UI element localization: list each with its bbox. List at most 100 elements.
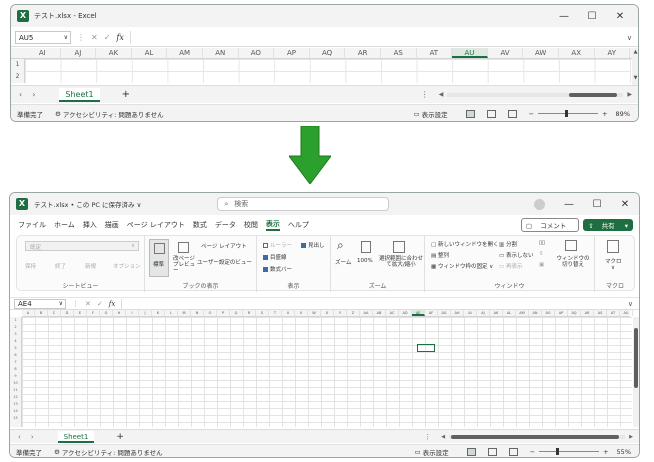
row-header[interactable]: 2 bbox=[11, 71, 25, 83]
page-layout-button[interactable]: ページ レイアウト bbox=[201, 242, 247, 250]
cell-grid[interactable] bbox=[25, 59, 631, 83]
cell-grid[interactable] bbox=[22, 317, 632, 427]
scroll-up-icon[interactable]: ▲ bbox=[632, 49, 638, 55]
row-header[interactable]: 3 bbox=[10, 331, 21, 338]
avatar[interactable] bbox=[534, 198, 545, 210]
column-header[interactable]: AO bbox=[239, 48, 275, 58]
column-header[interactable]: X bbox=[321, 310, 334, 316]
column-header[interactable]: AA bbox=[360, 310, 373, 316]
zoom-thumb[interactable] bbox=[565, 110, 569, 117]
split-button[interactable]: ▥ 分割 bbox=[499, 240, 517, 248]
zoom-level[interactable]: 55% bbox=[617, 448, 631, 456]
zoom-out-icon[interactable]: − bbox=[530, 448, 535, 456]
accessibility-status[interactable]: アクセシビリティ: 問題ありません bbox=[63, 109, 164, 119]
display-settings[interactable]: 表示設定 bbox=[422, 109, 448, 119]
formula-bar-checkbox[interactable]: 数式バー bbox=[263, 265, 292, 273]
share-button[interactable]: ⇪ 共有 ▾ bbox=[583, 219, 633, 231]
column-header[interactable]: AE bbox=[412, 310, 425, 316]
column-header[interactable]: AL bbox=[132, 48, 168, 58]
column-header[interactable]: B bbox=[35, 310, 48, 316]
selected-cell[interactable] bbox=[417, 344, 435, 352]
column-header[interactable]: M bbox=[178, 310, 191, 316]
headings-checkbox[interactable]: 見出し bbox=[301, 241, 325, 249]
vertical-scroll-thumb[interactable] bbox=[634, 328, 638, 388]
add-sheet-button[interactable]: + bbox=[116, 432, 124, 442]
insert-function-icon[interactable]: fx bbox=[116, 33, 123, 42]
row-header[interactable]: 8 bbox=[10, 366, 21, 373]
page-break-view-icon[interactable] bbox=[507, 109, 517, 118]
column-header[interactable]: AC bbox=[386, 310, 399, 316]
arrange-all-button[interactable]: ▤ 整列 bbox=[431, 251, 449, 259]
column-header[interactable]: AT bbox=[607, 310, 620, 316]
sheet-tab-sheet1[interactable]: Sheet1 bbox=[57, 430, 95, 443]
column-header[interactable]: R bbox=[243, 310, 256, 316]
view-side-by-side-icon[interactable]: ▯▯ bbox=[539, 240, 545, 246]
row-header[interactable]: 14 bbox=[10, 408, 21, 415]
horizontal-scrollbar[interactable] bbox=[449, 434, 626, 439]
sync-scroll-icon[interactable]: ⇕ bbox=[539, 251, 544, 257]
next-sheet-icon[interactable]: › bbox=[32, 90, 35, 99]
minimize-button[interactable]: — bbox=[550, 11, 578, 22]
freeze-panes-button[interactable]: ▦ ウィンドウ枠の固定 ∨ bbox=[431, 262, 493, 270]
prev-sheet-icon[interactable]: ‹ bbox=[18, 433, 21, 441]
next-sheet-icon[interactable]: › bbox=[31, 433, 34, 441]
column-header[interactable]: V bbox=[295, 310, 308, 316]
sheet-view-dropdown[interactable]: 既定 ∨ bbox=[25, 241, 139, 251]
column-header[interactable]: AB bbox=[373, 310, 386, 316]
column-header[interactable]: AQ bbox=[568, 310, 581, 316]
menu-tab[interactable]: 描画 bbox=[105, 220, 119, 230]
search-box[interactable]: ⌕ 検索 bbox=[217, 197, 390, 211]
column-header[interactable]: P bbox=[217, 310, 230, 316]
new-window-button[interactable]: ▢ 新しいウィンドウを開く bbox=[431, 240, 498, 248]
zoom-level[interactable]: 89% bbox=[616, 110, 630, 118]
expand-formula-icon[interactable]: ∨ bbox=[628, 300, 633, 308]
cancel-icon[interactable]: ✕ bbox=[91, 33, 98, 42]
column-header[interactable]: J bbox=[139, 310, 152, 316]
column-header[interactable]: AR bbox=[581, 310, 594, 316]
column-header[interactable]: AO bbox=[542, 310, 555, 316]
row-header[interactable]: 12 bbox=[10, 394, 21, 401]
column-header[interactable]: O bbox=[204, 310, 217, 316]
column-header[interactable]: E bbox=[74, 310, 87, 316]
column-header[interactable]: AN bbox=[203, 48, 239, 58]
zoom-thumb[interactable] bbox=[556, 448, 560, 455]
column-header[interactable]: AM bbox=[167, 48, 203, 58]
column-header[interactable]: AT bbox=[417, 48, 453, 58]
row-header[interactable]: 5 bbox=[10, 345, 21, 352]
menu-tab[interactable]: ヘルプ bbox=[288, 220, 309, 230]
normal-view-button[interactable]: 標準 bbox=[149, 239, 169, 277]
column-header[interactable]: C bbox=[48, 310, 61, 316]
display-settings[interactable]: 表示設定 bbox=[423, 447, 449, 457]
column-header[interactable]: AP bbox=[555, 310, 568, 316]
enter-icon[interactable]: ✓ bbox=[97, 300, 103, 308]
column-header[interactable]: AJ bbox=[61, 48, 97, 58]
column-header[interactable]: D bbox=[61, 310, 74, 316]
zoom-out-icon[interactable]: − bbox=[529, 110, 534, 118]
unhide-button[interactable]: ▭ 再表示 bbox=[499, 262, 522, 270]
new-view-button[interactable]: 新規 bbox=[85, 262, 96, 270]
column-header[interactable]: AH bbox=[451, 310, 464, 316]
horizontal-scrollbar[interactable] bbox=[447, 92, 624, 97]
column-header[interactable]: AL bbox=[503, 310, 516, 316]
menu-tab[interactable]: ホーム bbox=[54, 220, 75, 230]
column-header[interactable]: AP bbox=[274, 48, 310, 58]
minimize-button[interactable]: — bbox=[555, 199, 583, 210]
horizontal-scroll-thumb[interactable] bbox=[451, 434, 620, 439]
expand-formula-icon[interactable]: ∨ bbox=[627, 34, 632, 42]
enter-icon[interactable]: ✓ bbox=[104, 33, 111, 42]
column-header[interactable]: AR bbox=[345, 48, 381, 58]
comment-button[interactable]: ▢ コメント bbox=[521, 218, 580, 232]
menu-tab[interactable]: ページ レイアウト bbox=[127, 220, 185, 230]
hide-button[interactable]: ▭ 表示しない bbox=[499, 251, 533, 259]
column-header[interactable]: AY bbox=[595, 48, 631, 58]
row-header[interactable]: 11 bbox=[10, 387, 21, 394]
row-header[interactable]: 1 bbox=[11, 59, 25, 71]
scroll-left-icon[interactable]: ◀ bbox=[441, 434, 445, 440]
column-header[interactable]: AV bbox=[488, 48, 524, 58]
menu-tab[interactable]: 挿入 bbox=[83, 220, 97, 230]
scroll-right-icon[interactable]: ▶ bbox=[627, 91, 632, 98]
column-header[interactable]: S bbox=[256, 310, 269, 316]
column-header[interactable]: G bbox=[100, 310, 113, 316]
zoom-in-icon[interactable]: + bbox=[603, 448, 608, 456]
row-header[interactable]: 9 bbox=[10, 373, 21, 380]
